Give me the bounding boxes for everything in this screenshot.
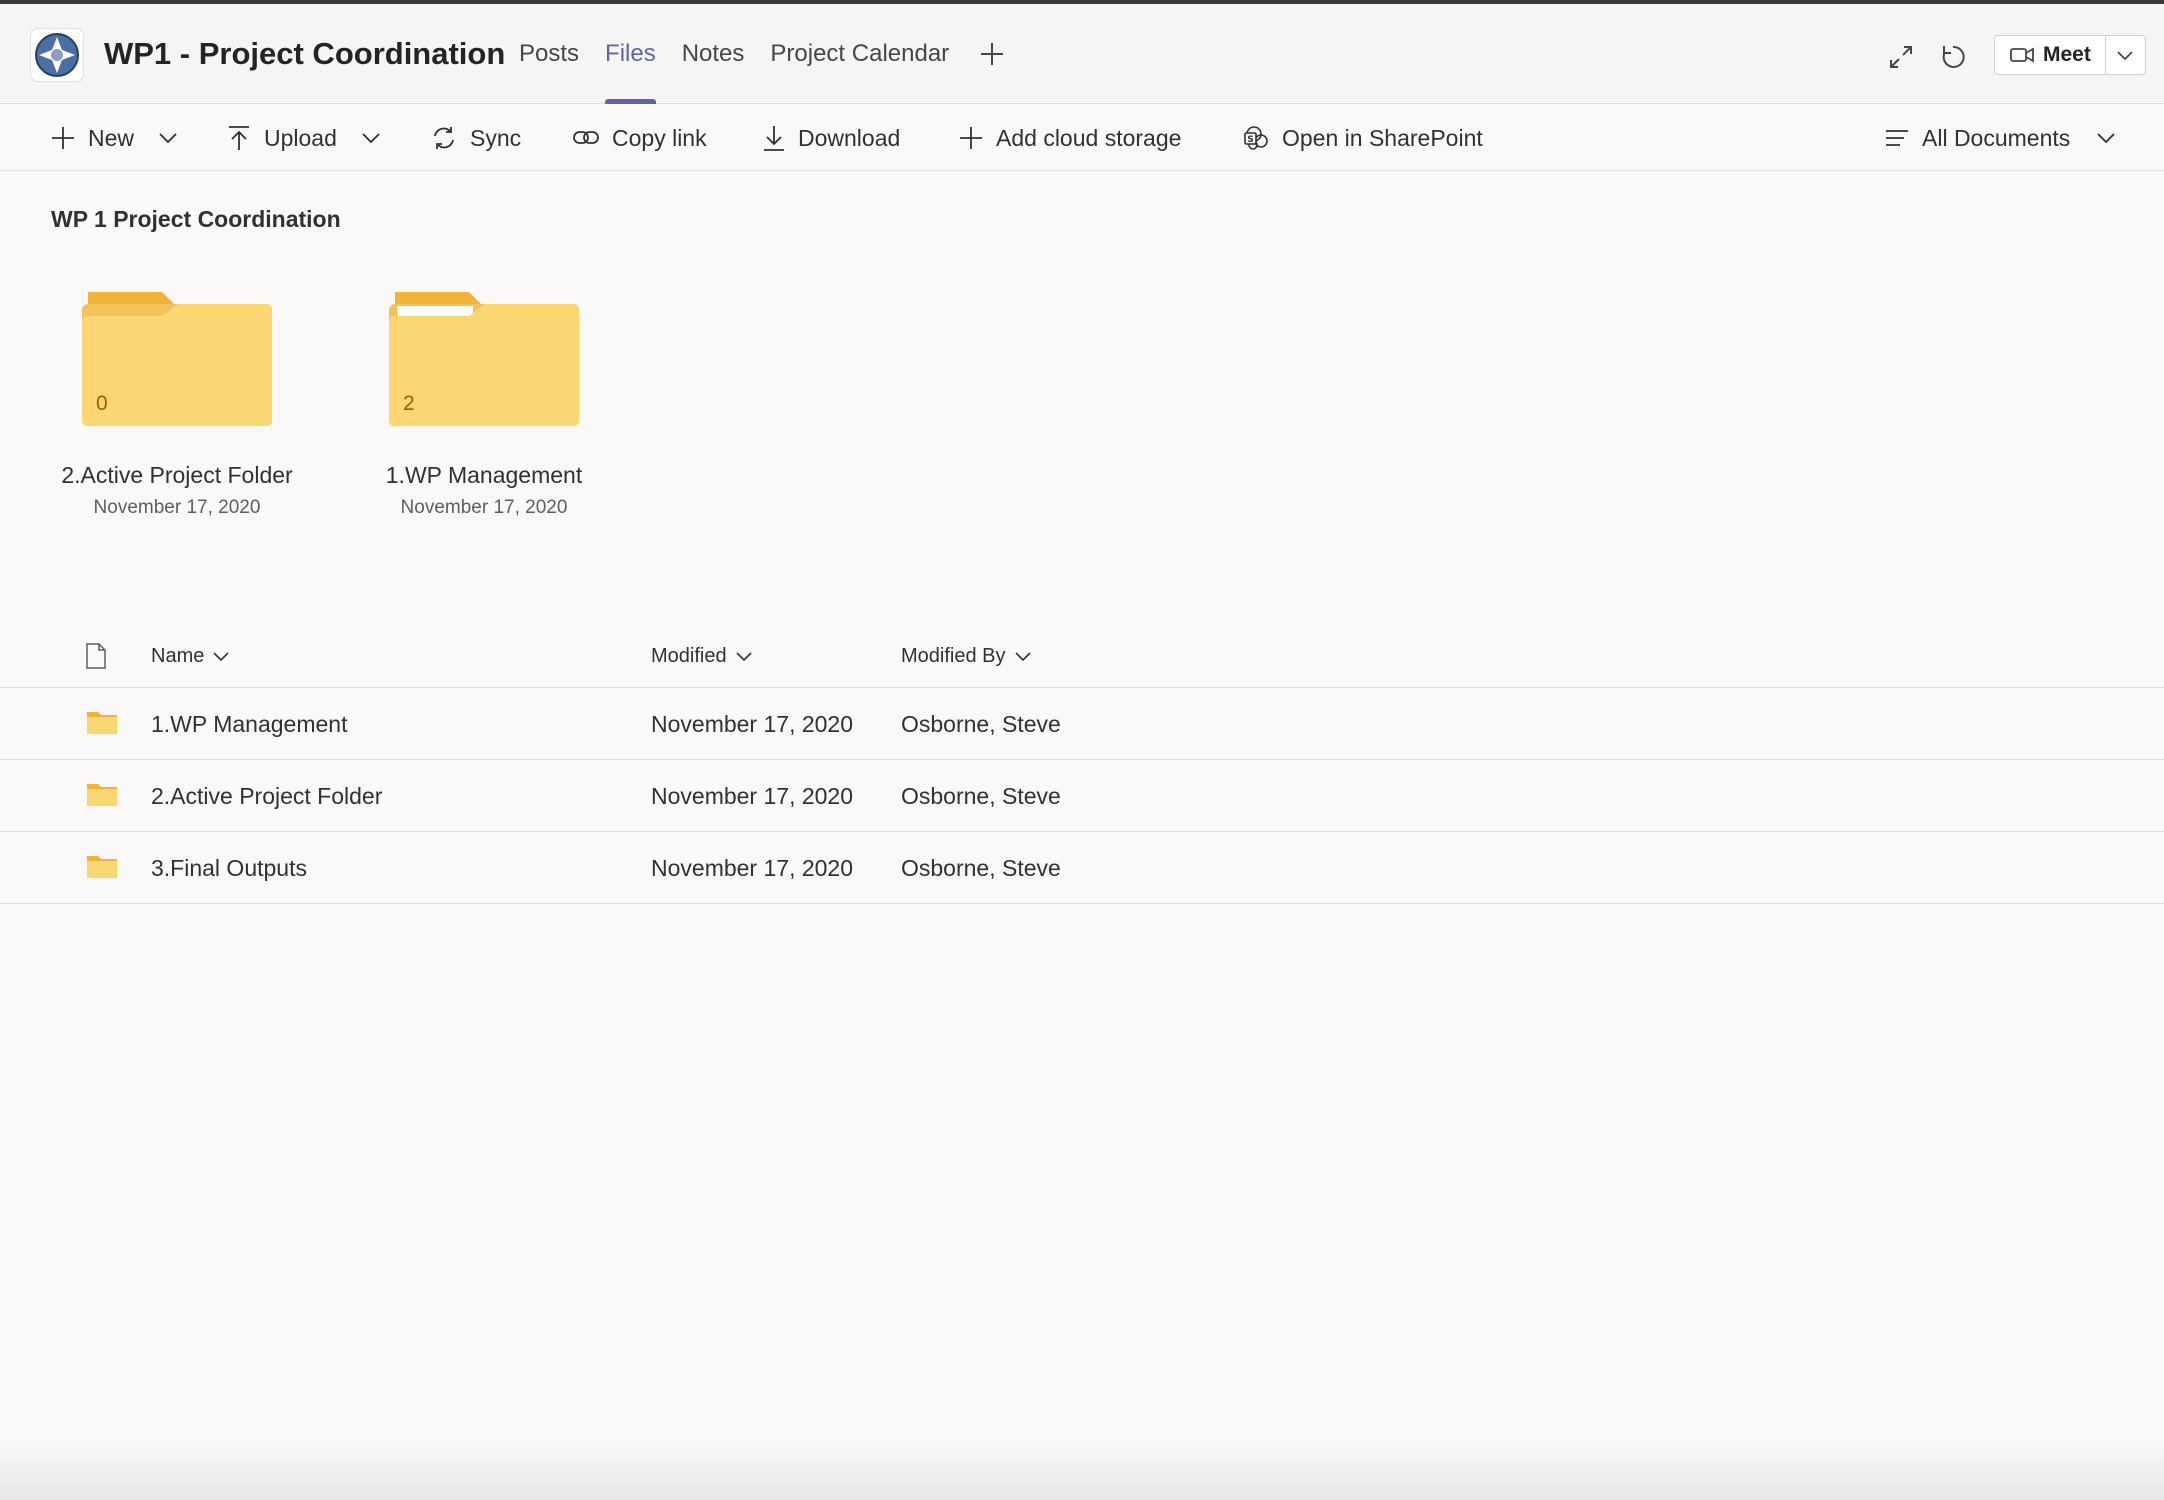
- copy-link-button[interactable]: Copy link: [572, 105, 707, 171]
- plus-icon: [960, 127, 982, 149]
- meet-button-group: Meet: [1994, 35, 2146, 75]
- meet-options-dropdown[interactable]: [2105, 35, 2146, 75]
- document-icon: [86, 643, 106, 669]
- folder-icon: [87, 784, 117, 806]
- team-avatar[interactable]: [30, 28, 84, 82]
- tab-project-calendar[interactable]: Project Calendar: [757, 4, 962, 104]
- list-view-icon: [1886, 130, 1908, 146]
- add-cloud-storage-label: Add cloud storage: [996, 124, 1182, 151]
- chevron-down-icon: [2117, 51, 2133, 61]
- copy-link-label: Copy link: [612, 124, 707, 151]
- sync-button[interactable]: Sync: [430, 105, 521, 171]
- file-modified-date: November 17, 2020: [651, 710, 854, 737]
- svg-text:S: S: [1247, 135, 1253, 145]
- folder-item-count: 0: [96, 392, 108, 415]
- file-name[interactable]: 1.WP Management: [151, 688, 347, 760]
- chevron-down-icon: [362, 133, 380, 144]
- channel-header: WP1 - Project Coordination Posts Files N…: [0, 4, 2164, 104]
- team-logo-icon: [35, 33, 79, 77]
- folder-item-count: 2: [403, 392, 415, 415]
- folder-icon: [87, 712, 117, 734]
- command-bar: New Upload Sync Copy link Download Add c…: [0, 105, 2164, 171]
- file-list-header: Name Modified Modified By: [0, 624, 2164, 688]
- download-label: Download: [798, 124, 901, 151]
- expand-button[interactable]: [1886, 42, 1916, 72]
- upload-button[interactable]: Upload: [226, 105, 381, 171]
- table-row[interactable]: 3.Final Outputs November 17, 2020 Osborn…: [0, 832, 2164, 904]
- chevron-down-icon: [213, 652, 229, 662]
- file-type-column-header[interactable]: [84, 624, 108, 688]
- file-modified-date: November 17, 2020: [651, 782, 854, 809]
- file-modified-by: Osborne, Steve: [901, 854, 1061, 881]
- chevron-down-icon: [736, 652, 752, 662]
- sharepoint-icon: S: [1244, 126, 1268, 150]
- folder-tile-name: 1.WP Management: [385, 462, 583, 488]
- open-in-sharepoint-button[interactable]: S Open in SharePoint: [1242, 105, 1483, 171]
- folder-tile-date: November 17, 2020: [93, 497, 261, 518]
- upload-label: Upload: [264, 124, 337, 151]
- tab-files[interactable]: Files: [592, 4, 669, 104]
- tab-posts[interactable]: Posts: [506, 4, 592, 104]
- tab-notes[interactable]: Notes: [669, 4, 758, 104]
- new-button[interactable]: New: [50, 105, 178, 171]
- name-column-header[interactable]: Name: [151, 624, 230, 688]
- refresh-button[interactable]: [1938, 42, 1968, 72]
- download-button[interactable]: Download: [762, 105, 900, 171]
- folder-tile[interactable]: 2 1.WP Management November 17, 2020: [359, 292, 609, 519]
- new-label: New: [88, 124, 135, 151]
- name-column-label: Name: [151, 644, 205, 667]
- sync-icon: [434, 127, 454, 149]
- meet-button[interactable]: Meet: [1994, 35, 2106, 75]
- video-camera-icon: [2010, 47, 2034, 63]
- file-name[interactable]: 3.Final Outputs: [151, 832, 307, 904]
- plus-icon: [52, 127, 74, 149]
- file-modified-by: Osborne, Steve: [901, 710, 1061, 737]
- file-modified-by: Osborne, Steve: [901, 782, 1061, 809]
- add-tab-button[interactable]: [962, 4, 1022, 104]
- chevron-down-icon: [2097, 133, 2115, 144]
- download-icon: [764, 126, 784, 151]
- folder-tile-name: 2.Active Project Folder: [61, 462, 293, 488]
- modified-by-column-label: Modified By: [901, 644, 1006, 667]
- plus-icon: [981, 43, 1004, 65]
- chevron-down-icon: [159, 133, 177, 144]
- folder-tile[interactable]: 0 2.Active Project Folder November 17, 2…: [52, 292, 302, 519]
- table-row[interactable]: 2.Active Project Folder November 17, 202…: [0, 760, 2164, 832]
- refresh-icon: [1942, 45, 1965, 68]
- library-section-title: WP 1 Project Coordination: [51, 206, 341, 232]
- link-icon: [573, 131, 599, 144]
- folder-icon: 0: [82, 292, 272, 426]
- view-selector-label: All Documents: [1922, 124, 2071, 151]
- view-selector[interactable]: All Documents: [1884, 105, 2116, 171]
- add-cloud-storage-button[interactable]: Add cloud storage: [958, 105, 1181, 171]
- bottom-shadow: [0, 1440, 2164, 1500]
- modified-by-column-header[interactable]: Modified By: [901, 624, 1032, 688]
- channel-tabs: Posts Files Notes Project Calendar: [506, 4, 1022, 104]
- folder-tile-date: November 17, 2020: [400, 497, 568, 518]
- upload-icon: [229, 126, 249, 150]
- table-row[interactable]: 1.WP Management November 17, 2020 Osborn…: [0, 688, 2164, 760]
- modified-column-label: Modified: [651, 644, 727, 667]
- meet-label: Meet: [2043, 43, 2091, 66]
- chevron-down-icon: [1014, 652, 1031, 662]
- sync-label: Sync: [470, 124, 522, 151]
- file-modified-date: November 17, 2020: [651, 854, 854, 881]
- team-title: WP1 - Project Coordination: [104, 36, 506, 71]
- folder-icon: [87, 856, 117, 878]
- file-name[interactable]: 2.Active Project Folder: [151, 760, 382, 832]
- folder-icon: 2: [389, 292, 579, 426]
- expand-icon: [1890, 46, 1912, 68]
- open-in-sharepoint-label: Open in SharePoint: [1282, 124, 1483, 151]
- modified-column-header[interactable]: Modified: [651, 624, 753, 688]
